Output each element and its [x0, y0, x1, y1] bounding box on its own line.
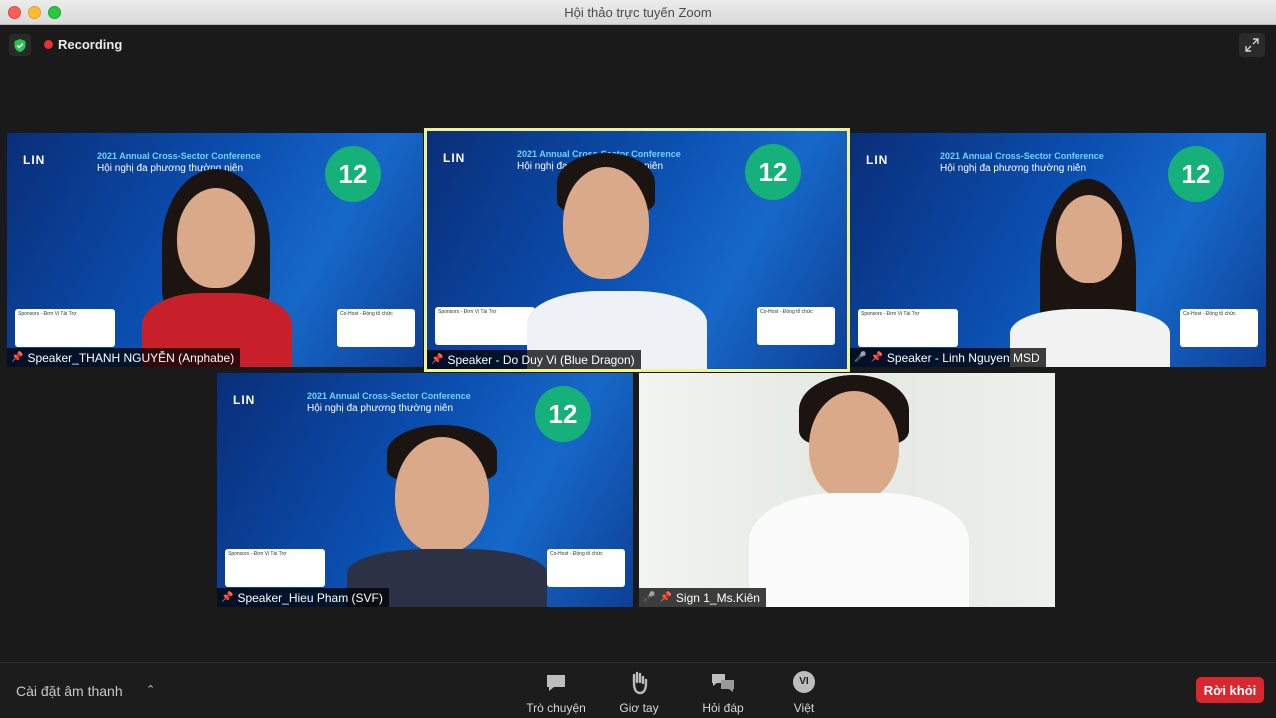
video-tile-2[interactable]: LIN 2021 Annual Cross-Sector Conference …	[424, 128, 850, 372]
svg-text:12: 12	[1182, 159, 1211, 189]
participant-name-tag: 📌 Speaker_THANH NGUYỄN (Anphabe)	[7, 348, 241, 367]
participant-name-tag: 📌 Speaker_Hieu Pham (SVF)	[217, 588, 389, 607]
conference-subtitle: Hội nghị đa phương thường niên	[940, 163, 1087, 174]
cohost-panel: Co-Host - Đồng tổ chức	[547, 549, 625, 587]
expand-icon	[1245, 38, 1259, 52]
participant-name-tag: 📌 Speaker - Do Duy Vi (Blue Dragon)	[427, 350, 641, 369]
svg-text:12: 12	[549, 399, 578, 429]
window-title: Hội thảo trực tuyến Zoom	[564, 5, 712, 20]
hand-icon	[604, 671, 674, 697]
participant-name-tag: 🎤 📌 Sign 1_Ms.Kiên	[639, 588, 766, 607]
chevron-up-icon[interactable]: ⌃	[146, 683, 155, 696]
cohost-panel: Co-Host - Đồng tổ chức	[337, 309, 415, 347]
video-tile-5[interactable]: 🎤 📌 Sign 1_Ms.Kiên	[639, 373, 1055, 607]
video-tile-3[interactable]: LIN 2021 Annual Cross-Sector Conference …	[850, 133, 1266, 367]
security-shield-icon[interactable]	[9, 34, 31, 56]
pin-icon[interactable]: 📌	[659, 592, 671, 603]
sponsor-panel: Sponsors - Đơn Vị Tài Trợ	[225, 549, 325, 587]
conference-logo: LIN	[23, 153, 46, 167]
svg-text:12: 12	[339, 159, 368, 189]
qa-bubbles-icon	[688, 671, 758, 697]
audio-settings-button[interactable]: Cài đặt âm thanh	[16, 683, 123, 699]
pin-icon[interactable]: 📌	[431, 354, 443, 365]
svg-text:12: 12	[759, 157, 788, 187]
cohost-panel: Co-Host - Đồng tổ chức	[757, 307, 835, 345]
sponsor-panel: Sponsors - Đơn Vị Tài Trợ	[15, 309, 115, 347]
recording-indicator-icon	[44, 40, 53, 49]
meeting-toolbar: Cài đặt âm thanh ⌃ Trò chuyện Giơ tay Hỏ…	[0, 662, 1276, 718]
conference-subtitle: Hội nghị đa phương thường niên	[307, 403, 454, 414]
language-globe-icon: VI	[793, 671, 815, 693]
cohost-panel: Co-Host - Đồng tổ chức	[1180, 309, 1258, 347]
participant-name-tag: 🎤 📌 Speaker - Linh Nguyen MSD	[850, 348, 1046, 367]
raise-hand-button[interactable]: Giơ tay	[604, 669, 674, 715]
muted-microphone-icon: 🎤	[854, 351, 867, 363]
title-bar: Hội thảo trực tuyến Zoom	[0, 0, 1276, 25]
anniversary-badge-icon: 12	[325, 146, 381, 202]
zoom-window: Hội thảo trực tuyến Zoom Recording LIN 2…	[0, 0, 1276, 718]
recording-label: Recording	[58, 37, 123, 52]
pin-icon[interactable]: 📌	[11, 352, 23, 363]
leave-meeting-button[interactable]: Rời khỏi	[1196, 677, 1264, 703]
video-tile-4[interactable]: LIN 2021 Annual Cross-Sector Conference …	[217, 373, 633, 607]
conference-logo: LIN	[866, 153, 889, 167]
anniversary-badge-icon: 12	[535, 386, 591, 442]
pin-icon[interactable]: 📌	[870, 352, 882, 363]
conference-title: 2021 Annual Cross-Sector Conference	[307, 391, 471, 401]
conference-logo: LIN	[443, 151, 466, 165]
anniversary-badge-icon: 12	[745, 144, 801, 200]
language-button[interactable]: VI Việt	[769, 669, 839, 715]
muted-microphone-icon: 🎤	[643, 591, 656, 603]
anniversary-badge-icon: 12	[1168, 146, 1224, 202]
qa-button[interactable]: Hỏi đáp	[688, 669, 758, 715]
chat-button[interactable]: Trò chuyện	[521, 669, 591, 715]
conference-title: 2021 Annual Cross-Sector Conference	[940, 151, 1104, 161]
video-tile-1[interactable]: LIN 2021 Annual Cross-Sector Conference …	[7, 133, 423, 367]
chat-bubble-icon	[521, 671, 591, 697]
sponsor-panel: Sponsors - Đơn Vị Tài Trợ	[435, 307, 535, 345]
conference-title: 2021 Annual Cross-Sector Conference	[97, 151, 261, 161]
conference-logo: LIN	[233, 393, 256, 407]
fullscreen-button[interactable]	[1239, 33, 1265, 57]
sponsor-panel: Sponsors - Đơn Vị Tài Trợ	[858, 309, 958, 347]
pin-icon[interactable]: 📌	[221, 592, 233, 603]
